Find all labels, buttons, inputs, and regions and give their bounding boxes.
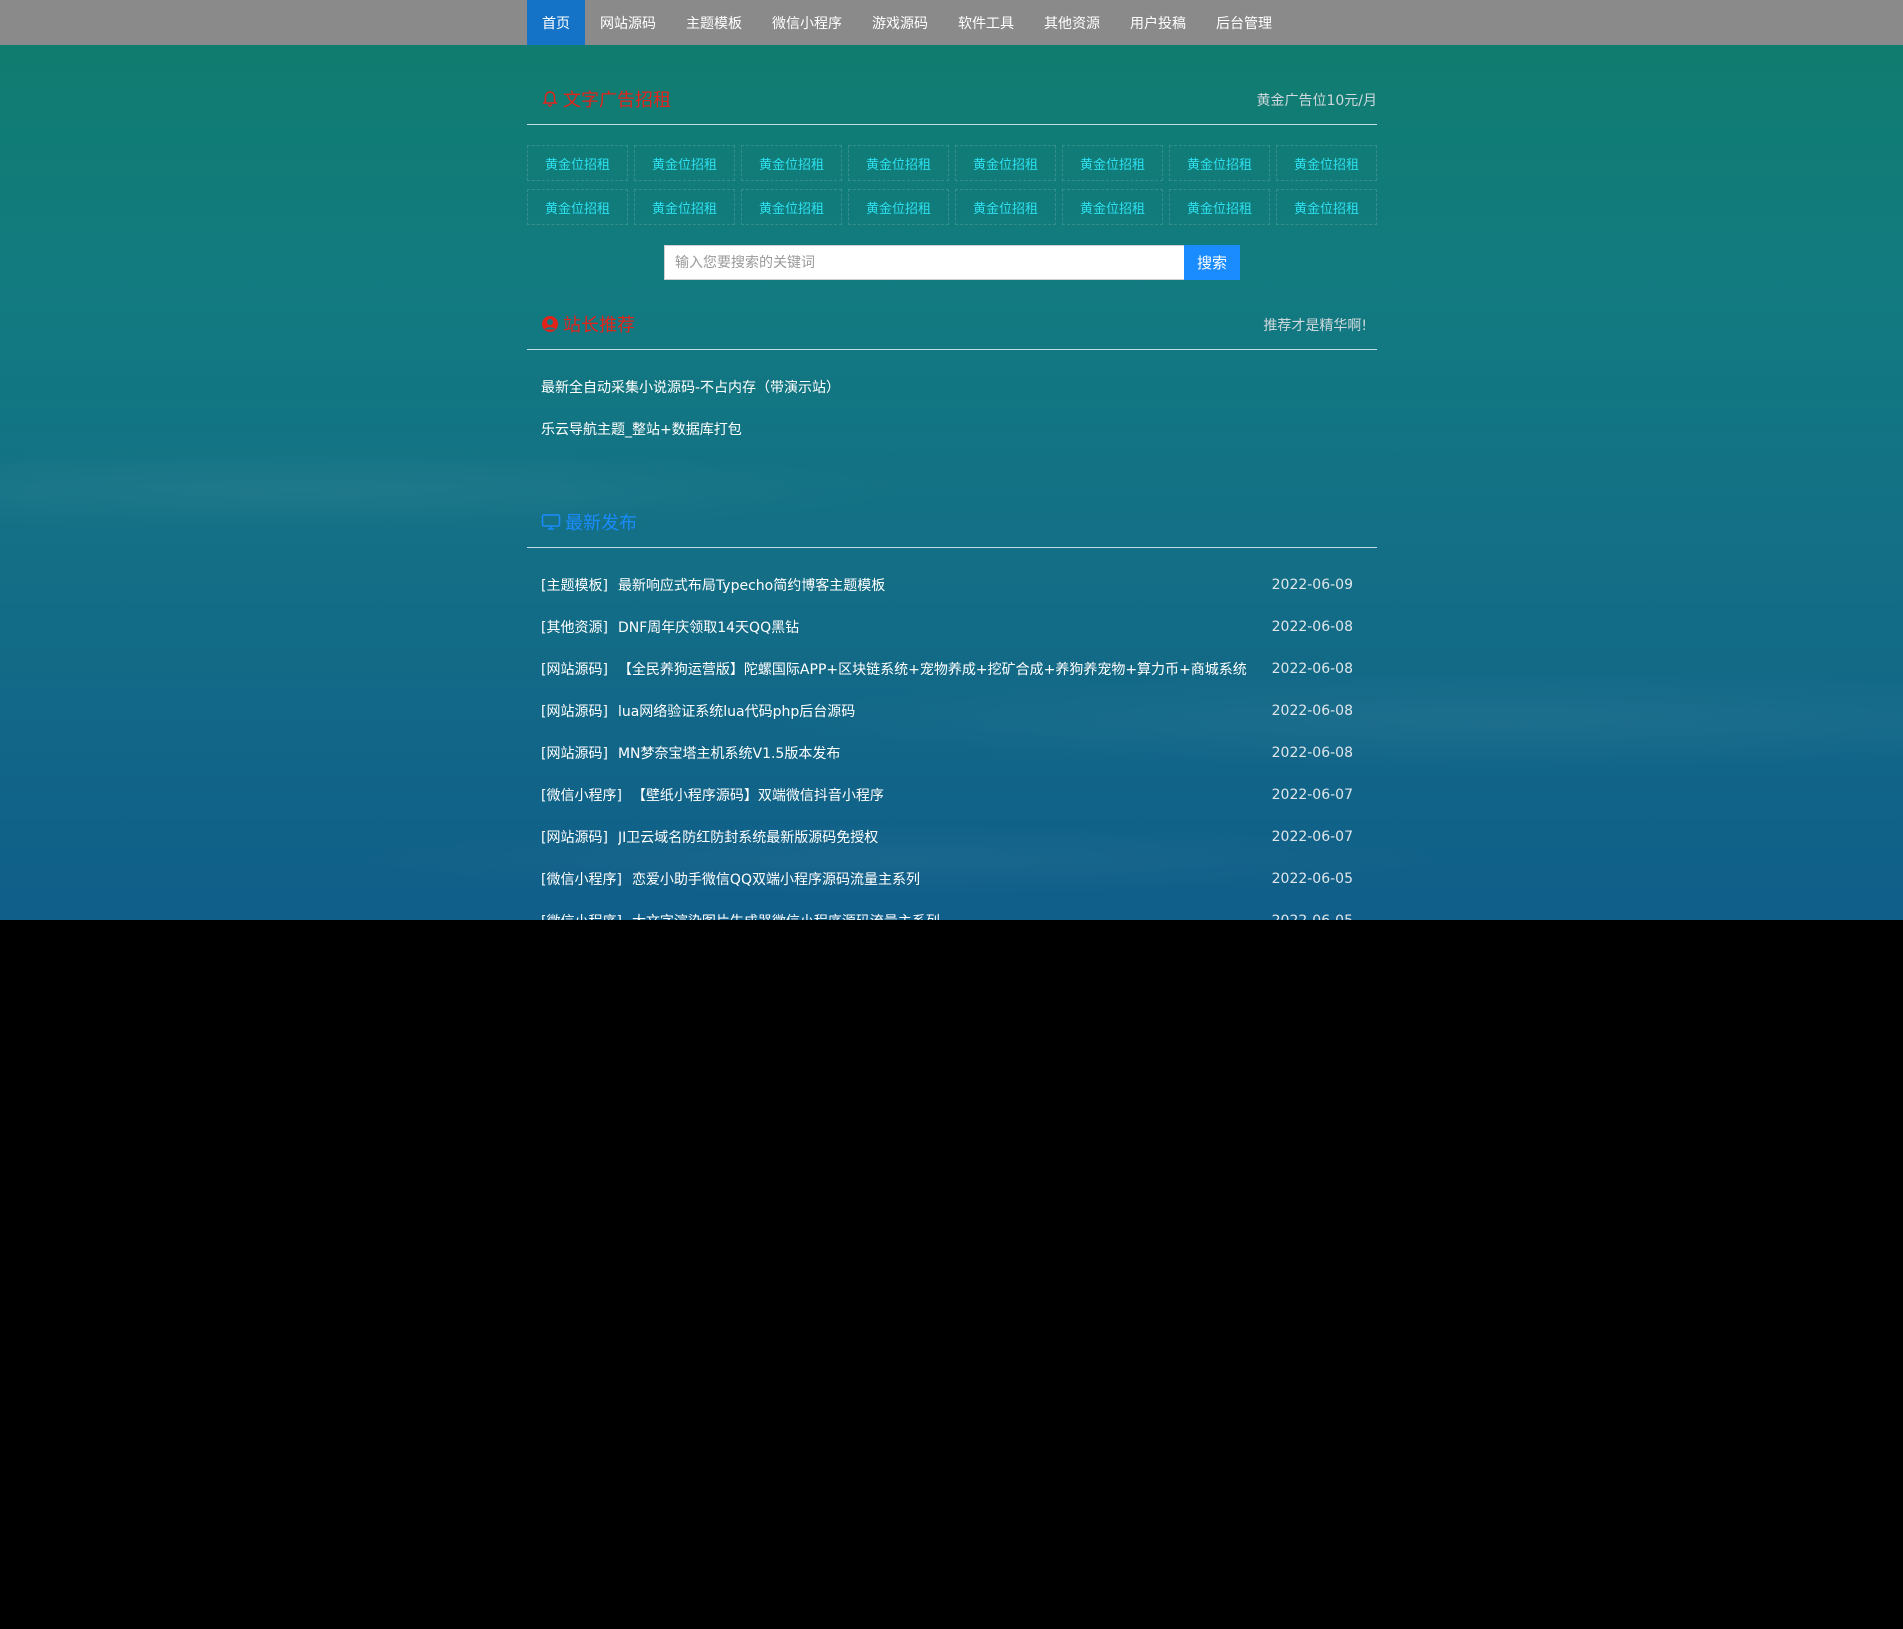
user-circle-icon bbox=[541, 315, 559, 333]
article-link[interactable]: [微信小程序] 恋爱小助手微信QQ双端小程序源码流量主系列 bbox=[541, 869, 920, 889]
nav-item-website-source[interactable]: 网站源码 bbox=[585, 0, 671, 45]
article-title[interactable]: MN梦奈宝塔主机系统V1.5版本发布 bbox=[618, 743, 840, 763]
list-item: [网站源码] JI卫云域名防红防封系统最新版源码免授权 2022-06-07 bbox=[541, 816, 1363, 858]
article-title[interactable]: 最新响应式布局Typecho简约博客主题模板 bbox=[618, 575, 885, 595]
page-viewport: 首页 网站源码 主题模板 微信小程序 游戏源码 软件工具 其他资源 用户投稿 后… bbox=[0, 0, 1903, 920]
article-category[interactable]: [微信小程序] bbox=[541, 911, 622, 920]
nav-item-home[interactable]: 首页 bbox=[527, 0, 585, 45]
article-link[interactable]: [其他资源] DNF周年庆领取14天QQ黑钻 bbox=[541, 617, 799, 637]
article-title[interactable]: JI卫云域名防红防封系统最新版源码免授权 bbox=[618, 827, 878, 847]
ads-title-text: 文字广告招租 bbox=[563, 90, 671, 111]
list-item: [网站源码] 【全民养狗运营版】陀螺国际APP+区块链系统+宠物养成+挖矿合成+养… bbox=[541, 648, 1363, 690]
nav-item-software-tools[interactable]: 软件工具 bbox=[943, 0, 1029, 45]
ad-slot[interactable]: 黄金位招租 bbox=[634, 189, 735, 225]
nav-item-admin[interactable]: 后台管理 bbox=[1201, 0, 1287, 45]
ad-slot[interactable]: 黄金位招租 bbox=[527, 145, 628, 181]
ad-slot[interactable]: 黄金位招租 bbox=[634, 145, 735, 181]
article-title[interactable]: 大文字渲染图片生成器微信小程序源码流量主系列 bbox=[632, 911, 940, 920]
article-title[interactable]: 恋爱小助手微信QQ双端小程序源码流量主系列 bbox=[632, 869, 920, 889]
main-container: 文字广告招租 黄金广告位10元/月 黄金位招租 黄金位招租 黄金位招租 黄金位招… bbox=[527, 45, 1377, 920]
ads-title: 文字广告招租 bbox=[541, 86, 671, 112]
article-title[interactable]: lua网络验证系统lua代码php后台源码 bbox=[618, 701, 855, 721]
nav-item-user-submission[interactable]: 用户投稿 bbox=[1115, 0, 1201, 45]
article-category[interactable]: [网站源码] bbox=[541, 827, 608, 847]
article-category[interactable]: [主题模板] bbox=[541, 575, 608, 595]
monitor-icon bbox=[541, 513, 561, 531]
search-input[interactable] bbox=[664, 245, 1184, 280]
article-category[interactable]: [网站源码] bbox=[541, 659, 608, 679]
article-category[interactable]: [网站源码] bbox=[541, 743, 608, 763]
latest-list: [主题模板] 最新响应式布局Typecho简约博客主题模板 2022-06-09 … bbox=[527, 548, 1377, 920]
ad-slot[interactable]: 黄金位招租 bbox=[1169, 145, 1270, 181]
recommend-tagline: 推荐才是精华啊! bbox=[1263, 318, 1367, 334]
article-date: 2022-06-08 bbox=[1271, 619, 1353, 635]
latest-header: 最新发布 bbox=[527, 450, 1377, 548]
recommend-title-text: 站长推荐 bbox=[563, 315, 635, 336]
article-category[interactable]: [其他资源] bbox=[541, 617, 608, 637]
recommend-item[interactable]: 乐云导航主题_整站+数据库打包 bbox=[541, 408, 1363, 450]
list-item: [网站源码] lua网络验证系统lua代码php后台源码 2022-06-08 bbox=[541, 690, 1363, 732]
ads-price-text: 黄金广告位10元/月 bbox=[1256, 93, 1377, 109]
search-bar: 搜索 bbox=[527, 245, 1377, 280]
article-category[interactable]: [网站源码] bbox=[541, 701, 608, 721]
list-item: [微信小程序] 恋爱小助手微信QQ双端小程序源码流量主系列 2022-06-05 bbox=[541, 858, 1363, 900]
recommend-list: 最新全自动采集小说源码-不占内存（带演示站） 乐云导航主题_整站+数据库打包 bbox=[527, 350, 1377, 450]
nav-item-game-source[interactable]: 游戏源码 bbox=[857, 0, 943, 45]
list-item: [其他资源] DNF周年庆领取14天QQ黑钻 2022-06-08 bbox=[541, 606, 1363, 648]
ad-slot[interactable]: 黄金位招租 bbox=[1276, 189, 1377, 225]
article-date: 2022-06-08 bbox=[1271, 745, 1353, 761]
article-date: 2022-06-05 bbox=[1272, 913, 1353, 920]
article-link[interactable]: [网站源码] MN梦奈宝塔主机系统V1.5版本发布 bbox=[541, 743, 840, 763]
article-link[interactable]: [网站源码] JI卫云域名防红防封系统最新版源码免授权 bbox=[541, 827, 878, 847]
ad-slot[interactable]: 黄金位招租 bbox=[955, 189, 1056, 225]
article-category[interactable]: [微信小程序] bbox=[541, 785, 622, 805]
article-link[interactable]: [主题模板] 最新响应式布局Typecho简约博客主题模板 bbox=[541, 575, 885, 595]
ad-slot[interactable]: 黄金位招租 bbox=[1276, 145, 1377, 181]
list-item: [微信小程序] 大文字渲染图片生成器微信小程序源码流量主系列 2022-06-05 bbox=[541, 900, 1363, 920]
article-link[interactable]: [网站源码] lua网络验证系统lua代码php后台源码 bbox=[541, 701, 855, 721]
list-item: [微信小程序] 【壁纸小程序源码】双端微信抖音小程序 2022-06-07 bbox=[541, 774, 1363, 816]
recommend-header: 站长推荐 推荐才是精华啊! bbox=[527, 280, 1377, 350]
article-link[interactable]: [微信小程序] 大文字渲染图片生成器微信小程序源码流量主系列 bbox=[541, 911, 940, 920]
ad-slot[interactable]: 黄金位招租 bbox=[527, 189, 628, 225]
article-category[interactable]: [微信小程序] bbox=[541, 869, 622, 889]
list-item: [主题模板] 最新响应式布局Typecho简约博客主题模板 2022-06-09 bbox=[541, 564, 1363, 606]
ad-slot[interactable]: 黄金位招租 bbox=[1169, 189, 1270, 225]
top-navbar: 首页 网站源码 主题模板 微信小程序 游戏源码 软件工具 其他资源 用户投稿 后… bbox=[0, 0, 1903, 45]
article-title[interactable]: 【壁纸小程序源码】双端微信抖音小程序 bbox=[632, 785, 884, 805]
ads-header: 文字广告招租 黄金广告位10元/月 bbox=[527, 45, 1377, 125]
article-link[interactable]: [微信小程序] 【壁纸小程序源码】双端微信抖音小程序 bbox=[541, 785, 884, 805]
ad-slot[interactable]: 黄金位招租 bbox=[741, 189, 842, 225]
article-date: 2022-06-09 bbox=[1271, 577, 1353, 593]
main-nav: 首页 网站源码 主题模板 微信小程序 游戏源码 软件工具 其他资源 用户投稿 后… bbox=[527, 0, 1287, 45]
article-date: 2022-06-07 bbox=[1271, 787, 1353, 803]
ad-slot[interactable]: 黄金位招租 bbox=[741, 145, 842, 181]
latest-title-text: 最新发布 bbox=[565, 513, 637, 534]
ad-slot[interactable]: 黄金位招租 bbox=[955, 145, 1056, 181]
ad-grid: 黄金位招租 黄金位招租 黄金位招租 黄金位招租 黄金位招租 黄金位招租 黄金位招… bbox=[527, 125, 1377, 225]
ad-slot[interactable]: 黄金位招租 bbox=[1062, 189, 1163, 225]
list-item: [网站源码] MN梦奈宝塔主机系统V1.5版本发布 2022-06-08 bbox=[541, 732, 1363, 774]
article-title[interactable]: 【全民养狗运营版】陀螺国际APP+区块链系统+宠物养成+挖矿合成+养狗养宠物+算… bbox=[618, 659, 1247, 679]
nav-item-other-resources[interactable]: 其他资源 bbox=[1029, 0, 1115, 45]
search-button[interactable]: 搜索 bbox=[1184, 245, 1240, 280]
article-link[interactable]: [网站源码] 【全民养狗运营版】陀螺国际APP+区块链系统+宠物养成+挖矿合成+养… bbox=[541, 659, 1247, 679]
recommend-item[interactable]: 最新全自动采集小说源码-不占内存（带演示站） bbox=[541, 366, 1363, 408]
article-date: 2022-06-08 bbox=[1271, 703, 1353, 719]
ad-slot[interactable]: 黄金位招租 bbox=[1062, 145, 1163, 181]
article-title[interactable]: DNF周年庆领取14天QQ黑钻 bbox=[618, 617, 799, 637]
ad-slot[interactable]: 黄金位招租 bbox=[848, 189, 949, 225]
nav-item-wechat-miniprogram[interactable]: 微信小程序 bbox=[757, 0, 857, 45]
recommend-title: 站长推荐 bbox=[541, 311, 635, 337]
ad-slot[interactable]: 黄金位招租 bbox=[848, 145, 949, 181]
article-date: 2022-06-05 bbox=[1271, 871, 1353, 887]
article-date: 2022-06-08 bbox=[1271, 661, 1353, 677]
latest-title: 最新发布 bbox=[541, 509, 637, 535]
nav-item-theme-templates[interactable]: 主题模板 bbox=[671, 0, 757, 45]
article-date: 2022-06-07 bbox=[1271, 829, 1353, 845]
bell-icon bbox=[541, 90, 559, 108]
